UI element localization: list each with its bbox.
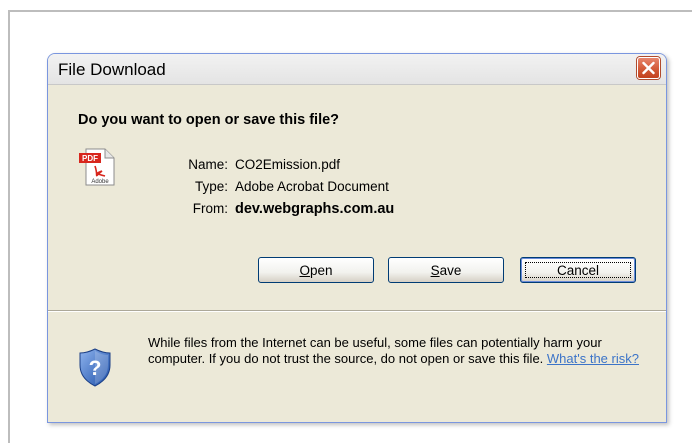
from-value: dev.webgraphs.com.au xyxy=(235,201,395,217)
name-label: Name: xyxy=(188,157,228,172)
type-label: Type: xyxy=(194,179,228,194)
open-label-rest: pen xyxy=(309,263,333,278)
pdf-caption-text: Adobe xyxy=(91,179,109,185)
divider-highlight xyxy=(48,311,666,312)
file-download-dialog: File Download Do you want to open or sav… xyxy=(47,53,667,423)
save-button[interactable]: Save xyxy=(388,257,504,283)
title-bar[interactable]: File Download xyxy=(48,54,666,85)
file-info-values: CO2Emission.pdf Adobe Acrobat Document d… xyxy=(235,154,535,220)
pdf-badge-text: PDF xyxy=(82,154,98,163)
security-warning: While files from the Internet can be use… xyxy=(148,335,648,367)
type-value: Adobe Acrobat Document xyxy=(235,179,389,194)
shield-question-icon: ? xyxy=(78,347,112,387)
name-value: CO2Emission.pdf xyxy=(235,157,341,172)
dialog-question: Do you want to open or save this file? xyxy=(78,112,340,128)
focus-rectangle xyxy=(525,262,631,278)
open-accel-key: O xyxy=(299,263,310,278)
close-button[interactable] xyxy=(637,57,660,79)
whats-the-risk-link[interactable]: What's the risk? xyxy=(547,351,639,366)
svg-text:?: ? xyxy=(89,357,102,380)
warning-text: While files from the Internet can be use… xyxy=(148,335,602,366)
save-label-rest: ave xyxy=(439,263,462,278)
open-button[interactable]: Open xyxy=(258,257,374,283)
cancel-button[interactable]: Cancel xyxy=(520,257,636,283)
save-accel-key: S xyxy=(430,263,440,278)
from-label: From: xyxy=(192,201,228,216)
pdf-file-icon: PDF Adobe xyxy=(78,147,118,187)
close-icon xyxy=(642,61,655,75)
file-info-labels: Name: Type: From: xyxy=(168,154,228,220)
dialog-title: File Download xyxy=(58,60,166,79)
